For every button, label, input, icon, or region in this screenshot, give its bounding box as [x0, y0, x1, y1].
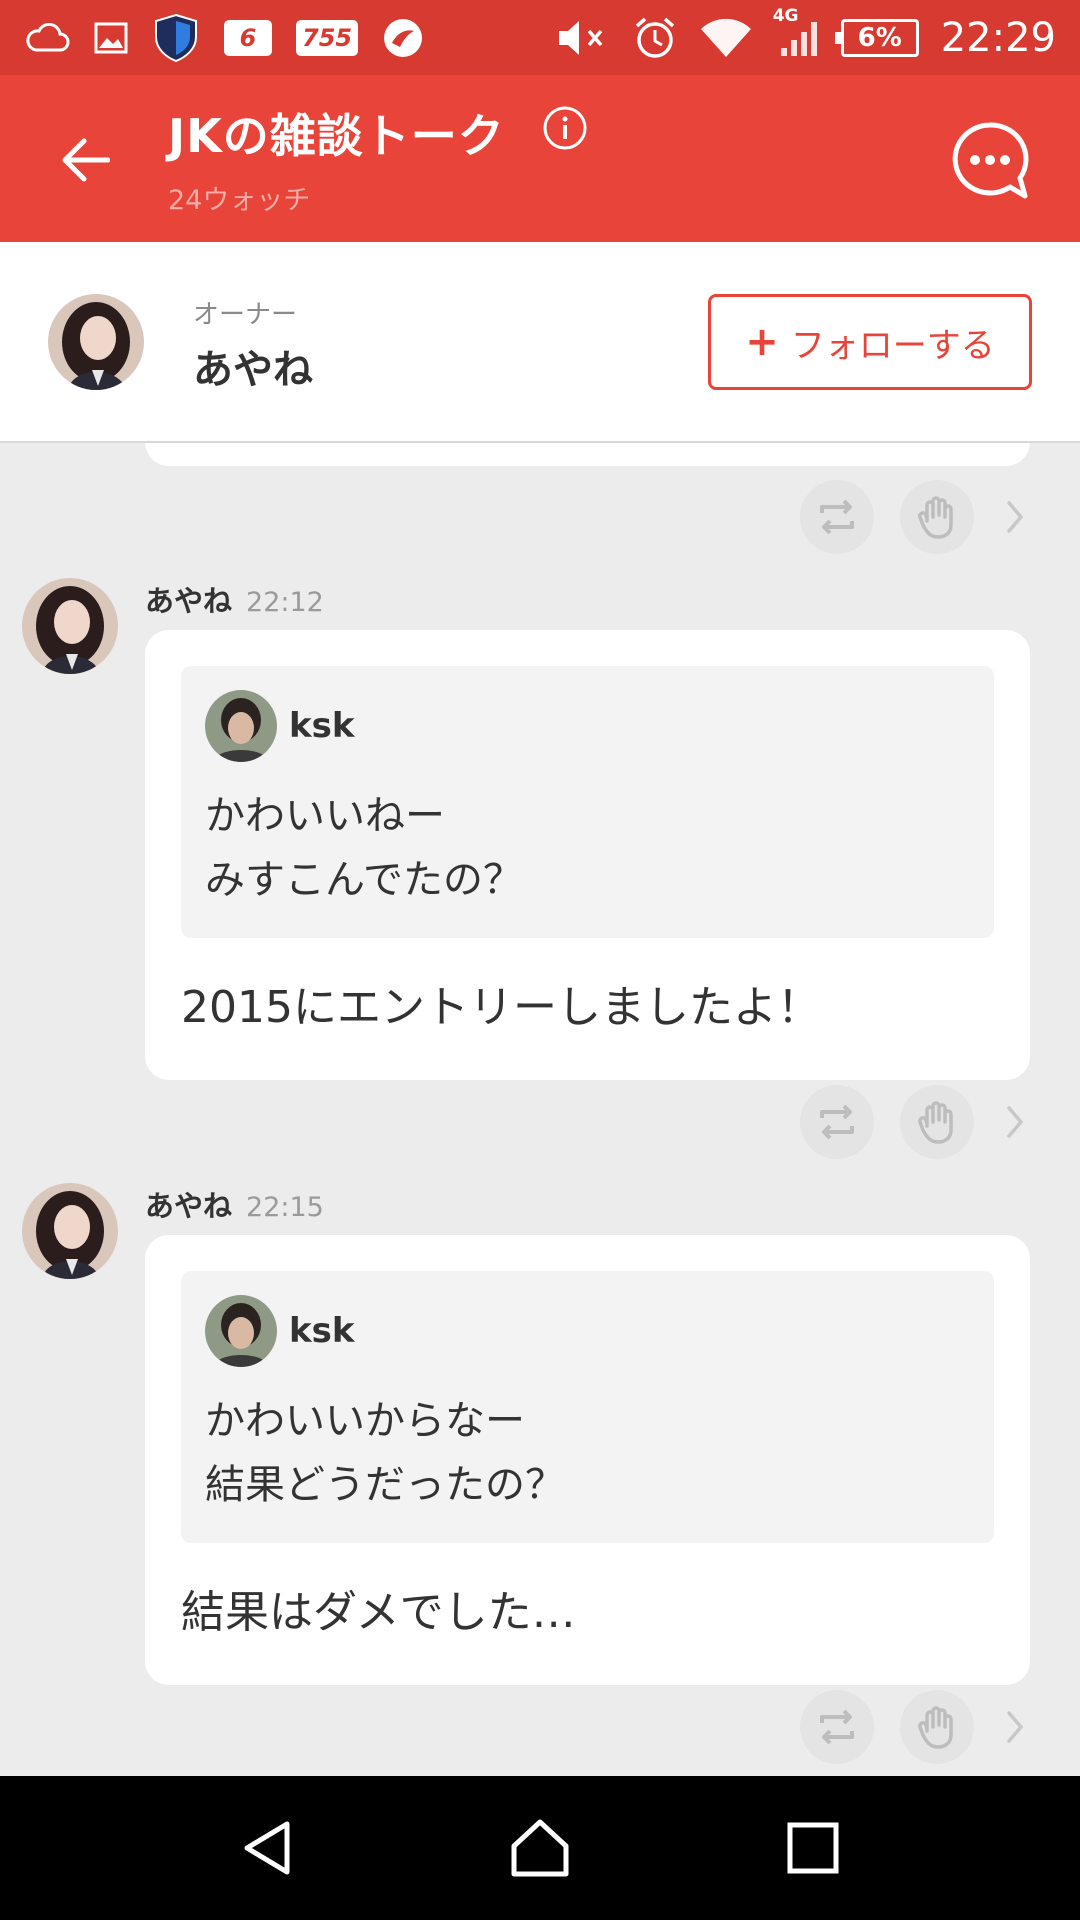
chevron-right-icon — [1007, 1106, 1024, 1138]
alarm-icon — [633, 16, 677, 60]
chat-button[interactable] — [950, 120, 1030, 200]
nav-home-icon — [511, 1819, 569, 1877]
previous-message-bubble — [145, 443, 1030, 466]
message-time: 22:15 — [246, 1192, 324, 1223]
image-icon — [94, 22, 128, 54]
quote-author-avatar — [205, 1295, 277, 1367]
app-screen: 6 755 4G 6% 22:29 JKの雑談トーク 24ウォッチ オーナー あ… — [0, 0, 1080, 1920]
mute-icon — [557, 18, 611, 58]
signal-icon: 4G — [773, 6, 819, 58]
quote-author-avatar — [205, 690, 277, 762]
quote-text: かわいいねー みすこんでたの？ — [205, 784, 968, 912]
more-button[interactable] — [1000, 1710, 1030, 1744]
quote-header: ksk — [205, 690, 968, 762]
info-icon — [543, 106, 587, 150]
message-time: 22:12 — [246, 587, 324, 618]
back-arrow-icon — [62, 138, 110, 182]
owner-name: あやね — [193, 347, 313, 393]
clock: 22:29 — [940, 14, 1056, 61]
system-nav-bar — [0, 1776, 1080, 1920]
clap-button[interactable] — [900, 1690, 974, 1764]
notification-badge: 755 — [296, 19, 359, 56]
message-meta: あやね 22:12 — [145, 578, 324, 620]
quoted-message[interactable]: ksk かわいいねー みすこんでたの？ — [181, 666, 994, 938]
message-actions — [800, 1085, 1030, 1159]
author-avatar[interactable] — [22, 1183, 118, 1279]
retalk-icon — [820, 1104, 854, 1140]
reply-text: 2015にエントリーしましたよ！ — [181, 982, 821, 1033]
message-author: あやね — [145, 1189, 233, 1223]
retalk-icon — [820, 499, 854, 535]
owner-role-label: オーナー — [193, 300, 298, 330]
follow-button[interactable]: + フォローする — [708, 294, 1032, 390]
nav-home-button[interactable] — [495, 1803, 585, 1893]
chat-timeline[interactable]: あやね 22:12 ksk かわいいねー みすこんでたの？ 2015にエントリー… — [0, 443, 1080, 1776]
quote-line: 結果どうだったの？ — [205, 1462, 565, 1508]
battery-percent: 6% — [857, 22, 902, 53]
message-bubble[interactable]: ksk かわいいねー みすこんでたの？ 2015にエントリーしましたよ！ — [145, 630, 1030, 1080]
clap-icon — [918, 1706, 953, 1749]
talk-title: JKの雑談トーク — [168, 109, 505, 163]
chat-bubble-icon — [952, 122, 1029, 199]
quote-author-name: ksk — [289, 1311, 355, 1351]
quote-author-name: ksk — [289, 706, 355, 746]
message-actions — [800, 480, 1030, 554]
clap-icon — [918, 1101, 953, 1144]
quote-text: かわいいからなー 結果どうだったの？ — [205, 1389, 968, 1517]
quote-line: みすこんでたの？ — [205, 857, 523, 903]
status-bar: 6 755 4G 6% 22:29 — [0, 0, 1080, 75]
wifi-icon — [699, 17, 753, 59]
clap-icon — [918, 496, 953, 539]
reply-text: 結果はダメでした… — [181, 1587, 576, 1638]
message-meta: あやね 22:15 — [145, 1183, 324, 1225]
chevron-right-icon — [1007, 501, 1024, 533]
quoted-message[interactable]: ksk かわいいからなー 結果どうだったの？ — [181, 1271, 994, 1543]
message-bubble[interactable]: ksk かわいいからなー 結果どうだったの？ 結果はダメでした… — [145, 1235, 1030, 1685]
app-notification-icon — [382, 17, 424, 59]
retalk-button[interactable] — [800, 1690, 874, 1764]
clap-button[interactable] — [900, 480, 974, 554]
more-button[interactable] — [1000, 500, 1030, 534]
back-button[interactable] — [50, 125, 120, 195]
nav-recents-button[interactable] — [768, 1803, 858, 1893]
owner-header: オーナー あやね + フォローする — [0, 242, 1080, 443]
quote-header: ksk — [205, 1295, 968, 1367]
author-avatar[interactable] — [22, 578, 118, 674]
plus-icon: + — [745, 319, 779, 365]
notification-badge: 6 — [224, 19, 272, 56]
owner-avatar[interactable] — [48, 294, 144, 390]
clap-button[interactable] — [900, 1085, 974, 1159]
message-actions — [800, 1690, 1030, 1764]
retalk-button[interactable] — [800, 1085, 874, 1159]
chevron-right-icon — [1007, 1711, 1024, 1743]
network-type-label: 4G — [772, 5, 799, 26]
message-author: あやね — [145, 584, 233, 618]
app-bar: JKの雑談トーク 24ウォッチ — [0, 75, 1080, 242]
retalk-icon — [820, 1709, 854, 1745]
battery-icon: 6% — [834, 18, 919, 57]
more-button[interactable] — [1000, 1105, 1030, 1139]
nav-back-button[interactable] — [222, 1803, 312, 1893]
quote-line: かわいいねー — [205, 793, 445, 839]
watch-count: 24ウォッチ — [168, 185, 311, 216]
retalk-button[interactable] — [800, 480, 874, 554]
nav-recents-icon — [787, 1822, 839, 1874]
cloud-icon — [24, 22, 70, 53]
shield-icon — [152, 13, 200, 63]
info-button[interactable] — [542, 105, 588, 151]
nav-back-icon — [244, 1821, 290, 1875]
follow-button-label: フォローする — [790, 325, 995, 366]
quote-line: かわいいからなー — [205, 1398, 525, 1444]
